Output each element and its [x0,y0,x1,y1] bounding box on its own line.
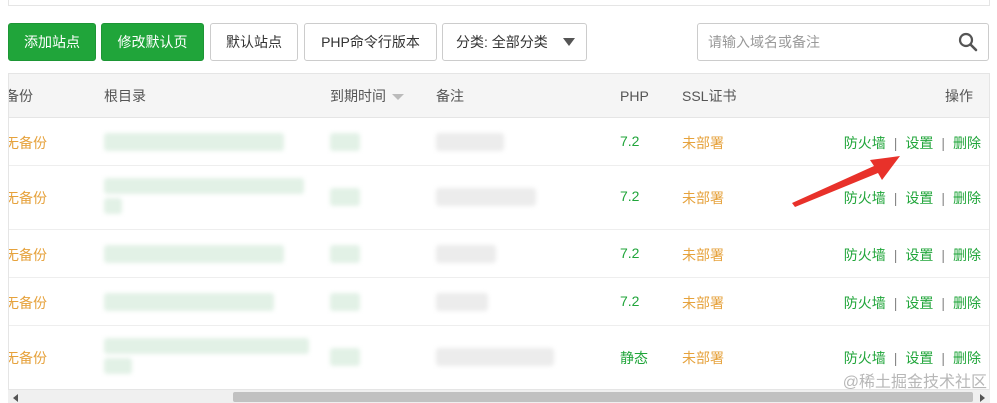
ssl-status[interactable]: 未部署 [682,293,724,313]
redacted-note [436,188,536,206]
watermark: @稀土掘金技术社区 [842,374,987,391]
redacted-root-dir [104,293,274,311]
search-input[interactable] [708,32,938,52]
firewall-link[interactable]: 防火墙 [844,295,886,311]
redacted-expire [330,245,360,263]
settings-link[interactable]: 设置 [905,190,933,206]
redacted-expire [330,188,360,206]
scroll-right-icon[interactable] [980,394,985,402]
delete-link[interactable]: 删除 [953,135,981,151]
backup-status[interactable]: 无备份 [9,348,47,368]
php-version[interactable]: 7.2 [620,245,639,261]
header-php[interactable]: PHP [620,74,649,118]
redacted-root-dir [104,133,284,151]
search-icon[interactable] [958,32,978,52]
delete-link[interactable]: 删除 [953,247,981,263]
header-expire[interactable]: 到期时间 [330,74,404,118]
table-row: 无备份 7.2 未部署 防火墙 | 设置 | 删除 [9,166,989,230]
redacted-note [436,245,496,263]
scroll-left-icon[interactable] [13,394,18,402]
row-actions: 防火墙 | 设置 | 删除 [843,295,981,311]
redacted-root-dir-wrap [104,198,122,214]
category-select-label: 分类: 全部分类 [456,34,548,50]
redacted-expire [330,133,360,151]
settings-link[interactable]: 设置 [905,295,933,311]
header-backup[interactable]: 备份 [9,74,33,118]
header-actions: 操作 [945,88,973,104]
firewall-link[interactable]: 防火墙 [844,247,886,263]
php-version[interactable]: 7.2 [620,188,639,204]
backup-status[interactable]: 无备份 [9,188,47,208]
row-actions: 防火墙 | 设置 | 删除 [843,135,981,151]
top-panel-border [8,0,990,6]
caret-down-icon [563,38,575,46]
ssl-status[interactable]: 未部署 [682,188,724,208]
header-expire-label: 到期时间 [330,88,386,104]
redacted-note [436,293,488,311]
backup-status[interactable]: 无备份 [9,293,47,313]
firewall-link[interactable]: 防火墙 [844,135,886,151]
modify-default-page-button[interactable]: 修改默认页 [101,23,204,61]
php-cli-version-button[interactable]: PHP命令行版本 [304,23,437,61]
table-header: 备份 根目录 到期时间 备注 PHP SSL证书 操作 [9,74,989,118]
firewall-link[interactable]: 防火墙 [844,350,886,366]
redacted-note [436,348,554,366]
redacted-expire [330,348,360,366]
settings-link[interactable]: 设置 [905,135,933,151]
firewall-link[interactable]: 防火墙 [844,190,886,206]
redacted-root-dir-wrap [104,358,132,374]
add-site-button[interactable]: 添加站点 [8,23,96,61]
table-row: 无备份 7.2 未部署 防火墙 | 设置 | 删除 [9,230,989,278]
row-actions: 防火墙 | 设置 | 删除 [843,190,981,206]
row-actions: 防火墙 | 设置 | 删除 [843,247,981,263]
delete-link[interactable]: 删除 [953,350,981,366]
sort-down-icon[interactable] [392,94,404,101]
site-table: 备份 根目录 到期时间 备注 PHP SSL证书 操作 无备份 7.2 未部署 … [8,73,990,389]
header-root-dir[interactable]: 根目录 [104,74,146,118]
search-box [697,23,989,61]
redacted-root-dir [104,245,284,263]
scrollbar-thumb[interactable] [233,392,973,402]
redacted-root-dir [104,178,304,194]
ssl-status[interactable]: 未部署 [682,348,724,368]
category-select[interactable]: 分类: 全部分类 [442,23,587,61]
row-actions: 防火墙 | 设置 | 删除 [843,350,981,366]
header-note[interactable]: 备注 [436,74,464,118]
backup-status[interactable]: 无备份 [9,245,47,265]
php-version[interactable]: 静态 [620,348,648,368]
php-version[interactable]: 7.2 [620,293,639,309]
default-site-button[interactable]: 默认站点 [210,23,298,61]
php-version[interactable]: 7.2 [620,133,639,149]
table-row: 无备份 7.2 未部署 防火墙 | 设置 | 删除 [9,278,989,326]
delete-link[interactable]: 删除 [953,295,981,311]
redacted-expire [330,293,360,311]
header-ssl[interactable]: SSL证书 [682,74,736,118]
redacted-note [436,133,504,151]
ssl-status[interactable]: 未部署 [682,133,724,153]
ssl-status[interactable]: 未部署 [682,245,724,265]
settings-link[interactable]: 设置 [905,350,933,366]
settings-link[interactable]: 设置 [905,247,933,263]
table-row: 无备份 7.2 未部署 防火墙 | 设置 | 删除 [9,118,989,166]
delete-link[interactable]: 删除 [953,190,981,206]
backup-status[interactable]: 无备份 [9,133,47,153]
redacted-root-dir [104,338,309,354]
toolbar: 添加站点 修改默认页 默认站点 PHP命令行版本 分类: 全部分类 [8,23,989,61]
